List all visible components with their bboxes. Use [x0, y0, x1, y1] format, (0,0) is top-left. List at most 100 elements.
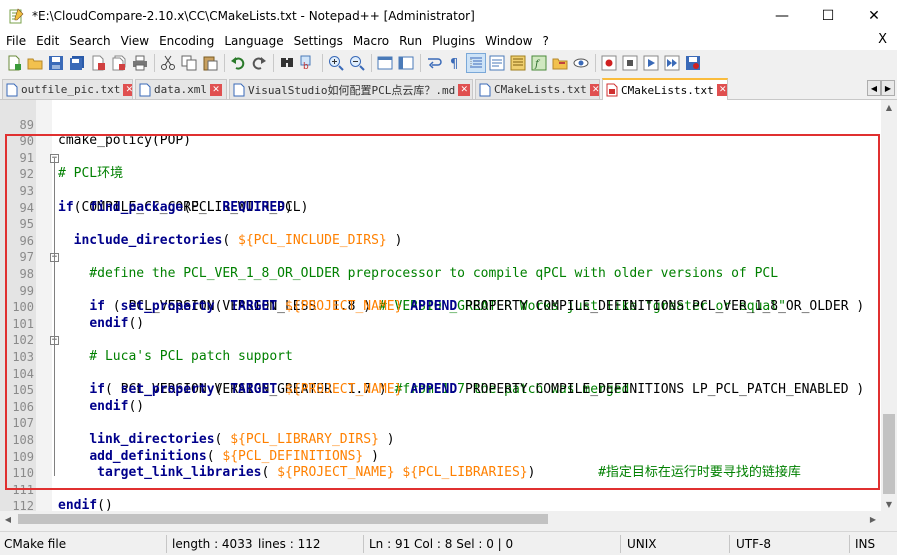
scroll-up-icon[interactable]: ▲ — [881, 100, 897, 114]
unsaved-file-icon — [139, 83, 151, 96]
status-separator — [363, 535, 364, 553]
play-macro-icon[interactable] — [641, 53, 661, 73]
save-icon[interactable] — [46, 53, 66, 73]
code-editor[interactable]: 89 cmake_policy(POP) 90 91 # PCL环境 92 − … — [0, 100, 881, 511]
save-macro-icon[interactable] — [683, 53, 703, 73]
status-separator — [849, 535, 850, 553]
horizontal-scrollbar[interactable]: ◀ ▶ — [0, 511, 881, 527]
run-macro-multiple-icon[interactable] — [662, 53, 682, 73]
notepadpp-window: *E:\CloudCompare-2.10.x\CC\CMakeLists.tx… — [0, 0, 897, 555]
copy-icon[interactable] — [179, 53, 199, 73]
redo-icon[interactable] — [249, 53, 269, 73]
user-defined-language-icon[interactable] — [487, 53, 507, 73]
scroll-left-icon[interactable]: ◀ — [0, 511, 16, 527]
svg-text:¶: ¶ — [450, 57, 458, 71]
code-line: 94 — [0, 183, 881, 215]
code-line: 111 endif() — [0, 465, 881, 511]
function-list-icon[interactable]: f — [529, 53, 549, 73]
sync-vertical-icon[interactable] — [375, 53, 395, 73]
code-line: 110 — [0, 449, 881, 480]
horizontal-scroll-thumb[interactable] — [18, 514, 548, 524]
status-eol-format[interactable]: UNIX — [627, 532, 657, 555]
zoom-in-icon[interactable] — [326, 53, 346, 73]
menu-macro[interactable]: Macro — [347, 34, 393, 48]
status-lines: lines : 112 — [258, 537, 321, 551]
tab-close-icon[interactable]: ✕ — [458, 83, 471, 96]
tab-label: data.xml — [154, 83, 207, 96]
status-file-type: CMake file — [4, 537, 67, 551]
menu-search[interactable]: Search — [63, 34, 114, 48]
new-file-icon[interactable] — [4, 53, 24, 73]
status-cursor-position: Ln : 91 Col : 8 Sel : 0 | 0 — [369, 537, 514, 551]
replace-icon[interactable]: b — [298, 53, 318, 73]
minimize-button[interactable]: — — [759, 0, 805, 32]
tab-label: outfile_pic.txt — [21, 83, 121, 96]
code-line: 91 # PCL环境 — [0, 133, 881, 182]
paste-icon[interactable] — [200, 53, 220, 73]
close-document-button[interactable]: X — [872, 32, 891, 47]
status-bar: CMake file length : 4033 lines : 112 Ln … — [0, 531, 897, 555]
print-icon[interactable] — [130, 53, 150, 73]
record-macro-icon[interactable] — [599, 53, 619, 73]
tab-data-xml[interactable]: data.xml ✕ — [135, 79, 227, 99]
vertical-scrollbar[interactable]: ▲ ▼ — [881, 100, 897, 511]
monitoring-icon[interactable] — [571, 53, 591, 73]
document-map-icon[interactable] — [508, 53, 528, 73]
menu-file[interactable]: File — [0, 34, 30, 48]
menu-run[interactable]: Run — [393, 34, 426, 48]
find-icon[interactable] — [277, 53, 297, 73]
scroll-right-icon[interactable]: ▶ — [865, 511, 881, 527]
code-line: 98 − if ( PCL_VERSION VERSION_LESS 1.8 )… — [0, 249, 881, 314]
menu-settings[interactable]: Settings — [288, 34, 347, 48]
menu-edit[interactable]: Edit — [30, 34, 63, 48]
stop-macro-icon[interactable] — [620, 53, 640, 73]
toolbar-separator — [322, 54, 323, 72]
menu-language[interactable]: Language — [218, 34, 287, 48]
vertical-scroll-thumb[interactable] — [883, 414, 895, 494]
tab-scroll-left-icon[interactable]: ◀ — [867, 80, 881, 96]
tab-label: CMakeLists.txt — [494, 83, 587, 96]
tab-cmakelists-active[interactable]: CMakeLists.txt ✕ — [602, 78, 728, 100]
scroll-down-icon[interactable]: ▼ — [881, 497, 897, 511]
toolbar-separator — [420, 54, 421, 72]
maximize-button[interactable]: ☐ — [805, 0, 851, 32]
close-all-icon[interactable] — [109, 53, 129, 73]
code-line: 99 set_property( TARGET ${PROJECT_NAME} … — [0, 266, 881, 315]
undo-icon[interactable] — [228, 53, 248, 73]
code-line: 103 − if( PCL_VERSION VERSION_GREATER 1.… — [0, 332, 881, 397]
status-length: length : 4033 — [172, 537, 253, 551]
tab-close-icon[interactable]: ✕ — [123, 83, 132, 96]
word-wrap-icon[interactable] — [424, 53, 444, 73]
tab-visualstudio-md[interactable]: VisualStudio如何配置PCL点云库？.md ✕ — [229, 79, 473, 99]
close-button[interactable]: ✕ — [851, 0, 897, 32]
status-encoding[interactable]: UTF-8 — [736, 532, 771, 555]
tab-close-icon[interactable]: ✕ — [716, 84, 727, 96]
tab-cmakelists-1[interactable]: CMakeLists.txt ✕ — [475, 79, 600, 99]
code-line: 107 link_directories( ${PCL_LIBRARY_DIRS… — [0, 399, 881, 447]
tab-close-icon[interactable]: ✕ — [209, 83, 222, 96]
tab-scroll-right-icon[interactable]: ▶ — [881, 80, 895, 96]
menu-view[interactable]: View — [115, 34, 153, 48]
folder-workspace-icon[interactable] — [550, 53, 570, 73]
code-line: 104 set_property( TARGET ${PROJECT_NAME}… — [0, 349, 881, 398]
code-text: endif() — [58, 498, 113, 511]
close-file-icon[interactable] — [88, 53, 108, 73]
code-line: 93 find_package(PCL REQUIRED) — [0, 166, 881, 215]
show-all-chars-icon[interactable]: ¶ — [445, 53, 465, 73]
zoom-out-icon[interactable] — [347, 53, 367, 73]
menu-window[interactable]: Window — [479, 34, 536, 48]
save-all-icon[interactable] — [67, 53, 87, 73]
modified-file-icon — [606, 83, 618, 97]
tab-label: CMakeLists.txt — [621, 83, 714, 97]
tab-outfile-pic[interactable]: outfile_pic.txt ✕ — [2, 79, 133, 99]
tab-close-icon[interactable]: ✕ — [589, 83, 599, 96]
sync-horizontal-icon[interactable] — [396, 53, 416, 73]
menu-help[interactable]: ? — [536, 34, 552, 48]
code-line: 106 — [0, 382, 881, 414]
cut-icon[interactable] — [158, 53, 178, 73]
tab-label: VisualStudio如何配置PCL点云库？.md — [248, 83, 456, 97]
open-file-icon[interactable] — [25, 53, 45, 73]
menu-plugins[interactable]: Plugins — [426, 34, 479, 48]
indent-guide-icon[interactable] — [466, 53, 486, 73]
menu-encoding[interactable]: Encoding — [153, 34, 218, 48]
